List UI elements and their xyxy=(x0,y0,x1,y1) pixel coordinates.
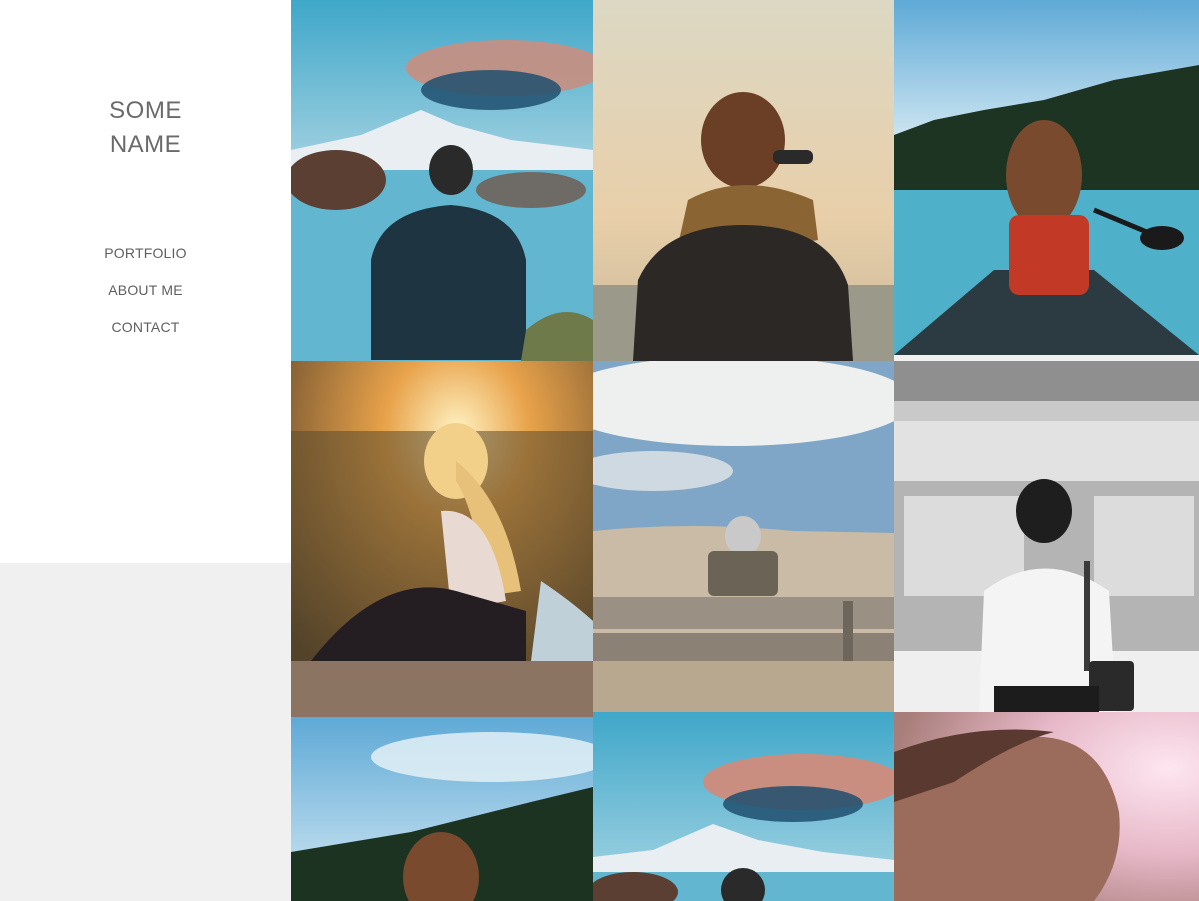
site-title-line-1: SOME xyxy=(109,97,182,124)
photo-woman-canoe-lake xyxy=(894,0,1199,355)
photo-tile-person-scarf-sunglasses[interactable] xyxy=(593,0,894,361)
photo-woman-subway-platform xyxy=(894,361,1199,712)
nav-item-contact[interactable]: CONTACT xyxy=(0,314,291,351)
photo-tile-woman-canoe-lake[interactable] xyxy=(894,0,1199,355)
photo-woman-canoe-lake-2 xyxy=(291,717,593,901)
photo-grid xyxy=(291,0,1199,901)
sidebar: SOME NAME PORTFOLIO ABOUT ME CONTACT xyxy=(0,0,291,563)
site-title-line-2: NAME xyxy=(109,131,182,158)
photo-tile-woman-sunset-hillside[interactable] xyxy=(291,361,593,717)
site-title[interactable]: SOME NAME xyxy=(0,94,291,162)
photo-person-scarf-sunglasses xyxy=(593,0,894,361)
nav-item-about-me[interactable]: ABOUT ME xyxy=(0,277,291,314)
main-nav: PORTFOLIO ABOUT ME CONTACT xyxy=(0,240,291,351)
photo-tile-woman-subway-platform[interactable] xyxy=(894,361,1199,712)
photo-tile-person-bench-dunes[interactable] xyxy=(593,361,894,712)
photo-woman-sunset-hillside xyxy=(291,361,593,717)
photo-man-mountain-lake xyxy=(291,0,593,361)
photo-tile-man-mountain-lake[interactable] xyxy=(291,0,593,361)
photo-tile-woman-portrait-pink-light[interactable] xyxy=(894,712,1199,901)
nav-item-portfolio[interactable]: PORTFOLIO xyxy=(0,240,291,277)
photo-tile-man-mountain-lake-2[interactable] xyxy=(593,712,894,901)
photo-man-mountain-lake-2 xyxy=(593,712,894,901)
photo-woman-portrait-pink-light xyxy=(894,712,1199,901)
page: SOME NAME PORTFOLIO ABOUT ME CONTACT xyxy=(0,0,1199,901)
photo-tile-woman-canoe-lake-2[interactable] xyxy=(291,717,593,901)
photo-person-bench-dunes xyxy=(593,361,894,712)
